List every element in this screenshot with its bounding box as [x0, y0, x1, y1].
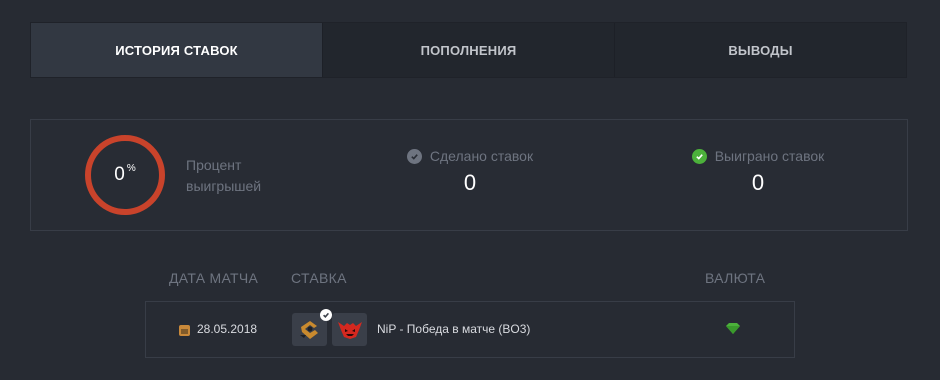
winrate-unit: %: [126, 162, 136, 174]
bets-won-stat: Выиграно ставок 0: [648, 148, 868, 196]
tabs-bar: ИСТОРИЯ СТАВОК ПОПОЛНЕНИЯ ВЫВОДЫ: [30, 22, 907, 78]
winrate-ring: 0%: [85, 135, 165, 215]
column-header-date: ДАТА МАТЧА: [169, 270, 259, 286]
table-row[interactable]: 28.05.2018 NiP - Победа в матче (BO3): [145, 301, 795, 358]
winrate-label-line1: Процент: [186, 157, 242, 173]
winrate-label: Процент выигрышей: [186, 155, 261, 197]
bets-made-stat: Сделано ставок 0: [360, 148, 580, 196]
tab-bet-history[interactable]: ИСТОРИЯ СТАВОК: [31, 23, 323, 77]
hellraisers-logo-icon: [332, 313, 367, 346]
stats-panel: 0% Процент выигрышей Сделано ставок 0 Вы…: [30, 119, 908, 231]
check-circle-gray-icon: [406, 148, 422, 164]
nip-logo-icon: [292, 309, 332, 346]
column-header-currency: ВАЛЮТА: [705, 270, 766, 286]
green-gem-icon: [725, 322, 741, 336]
tab-withdrawals[interactable]: ВЫВОДЫ: [615, 23, 906, 77]
winrate-label-line2: выигрышей: [186, 178, 262, 194]
selected-check-icon: [320, 309, 332, 321]
row-bet-description: NiP - Победа в матче (BO3): [377, 322, 531, 336]
bets-made-value: 0: [463, 170, 477, 195]
bets-won-value: 0: [751, 170, 765, 195]
bets-won-label: Выиграно ставок: [714, 148, 825, 164]
tab-deposits[interactable]: ПОПОЛНЕНИЯ: [323, 23, 615, 77]
column-header-bet: СТАВКА: [291, 270, 347, 286]
row-date: 28.05.2018: [197, 322, 258, 336]
calendar-icon: [179, 325, 190, 336]
check-circle-green-icon: [691, 148, 707, 164]
winrate-value: 0: [114, 164, 125, 185]
bets-made-label: Сделано ставок: [429, 148, 534, 164]
